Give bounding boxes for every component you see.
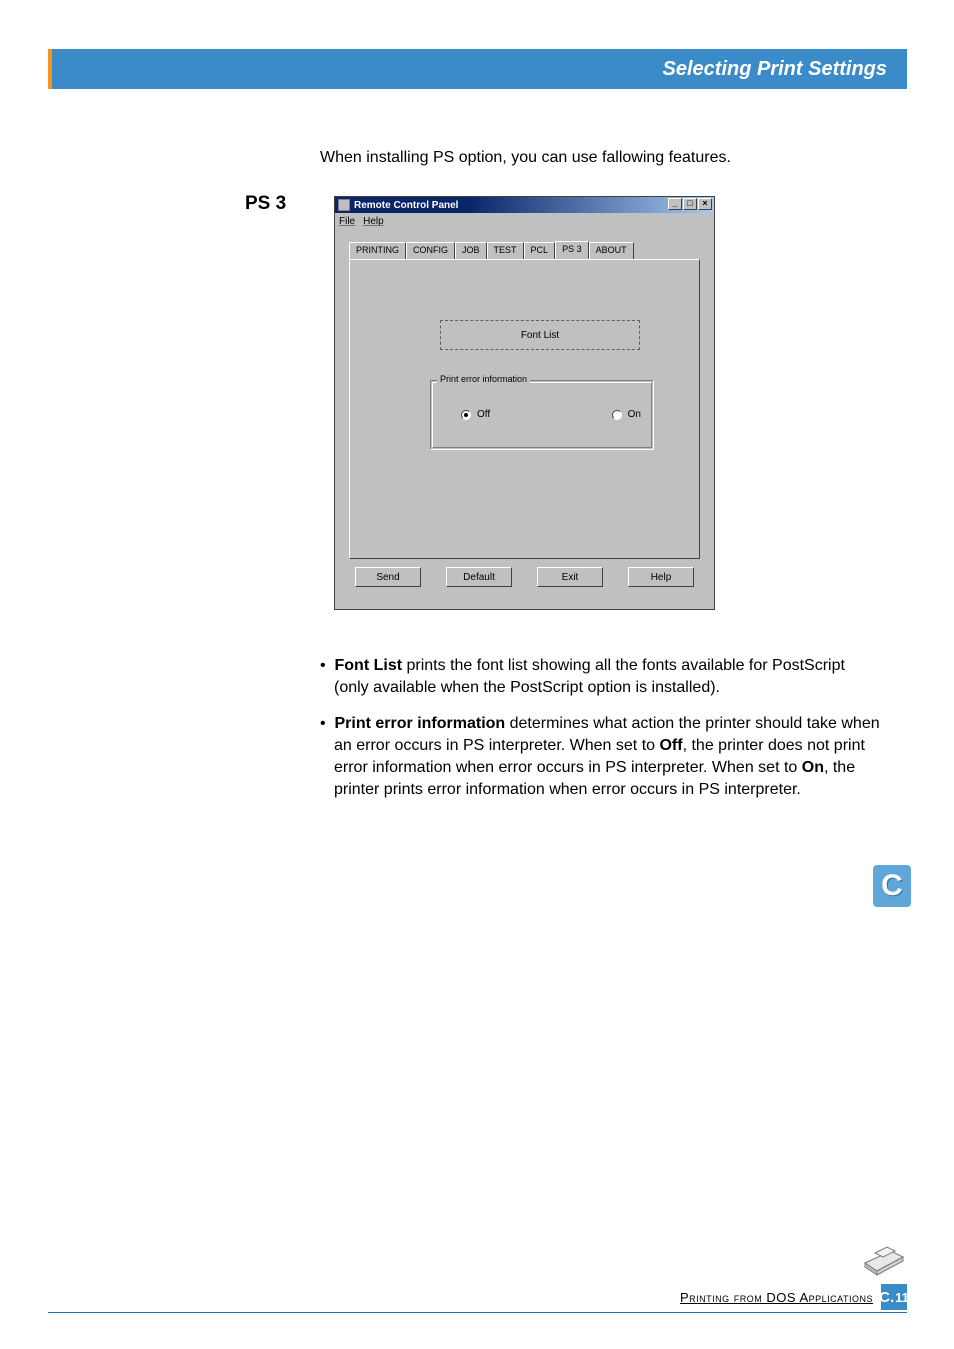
exit-button[interactable]: Exit [537,567,603,587]
tab-job[interactable]: JOB [455,242,487,260]
bullet2-term: Print error information [335,715,506,732]
section-label: PS 3 [245,193,286,215]
appendix-letter: C [881,869,903,903]
help-button[interactable]: Help [628,567,694,587]
tab-printing[interactable]: PRINTING [349,242,406,260]
tab-test[interactable]: TEST [487,242,524,260]
page-footer: Printing from DOS Applications C.11 [48,1281,907,1313]
radio-on[interactable]: On [612,409,641,420]
appendix-side-tab: C [873,865,911,907]
window-menubar: File Help [335,213,714,229]
footer-chapter: Printing from DOS Applications [680,1290,873,1305]
page-title: Selecting Print Settings [663,58,887,81]
radio-on-circle [612,410,622,420]
footer-printer-icon [861,1241,907,1277]
bullet1-text: prints the font list showing all the fon… [334,657,845,696]
tab-about[interactable]: ABOUT [589,242,634,260]
groupbox-title: Print error information [437,374,530,384]
header-bar: Selecting Print Settings [52,49,907,89]
footer-badge-letter: C. [879,1289,894,1306]
radio-off-label: Off [477,409,490,420]
radio-off[interactable]: Off [461,409,490,420]
tab-panel: Font List Print error information Off On [349,259,700,559]
bullet1-term: Font List [335,657,403,674]
dialog-button-row: Send Default Exit Help [349,567,700,595]
footer-rule [48,1312,907,1313]
radio-on-label: On [628,409,641,420]
print-error-groupbox: Print error information Off On [430,380,654,450]
tab-config[interactable]: CONFIG [406,242,455,260]
font-list-button[interactable]: Font List [440,320,640,350]
window-title: Remote Control Panel [354,200,458,211]
feature-list: Font List prints the font list showing a… [320,655,880,815]
intro-text: When installing PS option, you can use f… [320,149,731,167]
bullet2-off: Off [659,737,682,754]
footer-page-badge: C.11 [881,1284,907,1310]
bullet-font-list: Font List prints the font list showing a… [320,655,880,699]
printer-icon [338,199,350,211]
tab-row: PRINTING CONFIG JOB TEST PCL PS 3 ABOUT [349,241,700,259]
maximize-button[interactable]: □ [683,198,697,210]
default-button[interactable]: Default [446,567,512,587]
radio-off-circle [461,410,471,420]
footer-page-number: 11 [895,1290,909,1305]
close-button[interactable]: × [698,198,712,210]
tab-pcl[interactable]: PCL [524,242,556,260]
remote-control-panel-window: Remote Control Panel _ □ × File Help PRI… [334,196,715,610]
window-titlebar: Remote Control Panel _ □ × [335,197,714,213]
menu-help[interactable]: Help [363,216,384,227]
tab-ps3[interactable]: PS 3 [555,241,589,259]
send-button[interactable]: Send [355,567,421,587]
bullet2-on: On [802,759,824,776]
menu-file[interactable]: File [339,216,355,227]
bullet-print-error: Print error information determines what … [320,713,880,801]
minimize-button[interactable]: _ [668,198,682,210]
